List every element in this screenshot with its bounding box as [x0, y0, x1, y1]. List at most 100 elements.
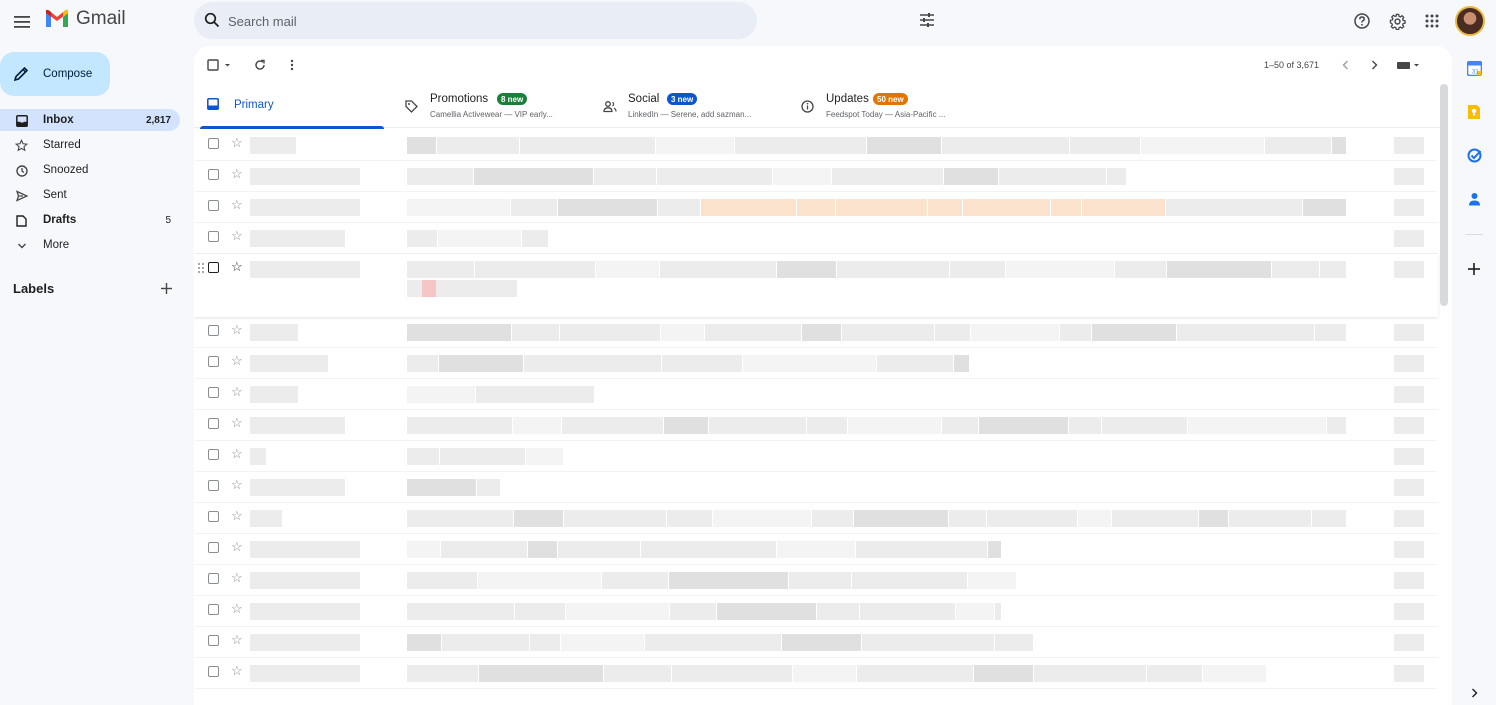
select-all-checkbox[interactable] [206, 56, 234, 74]
star-toggle-icon[interactable]: ☆ [231, 229, 243, 242]
contacts-app-button[interactable] [1466, 191, 1482, 207]
email-row[interactable]: ☆ [194, 503, 1438, 534]
star-toggle-icon[interactable]: ☆ [231, 323, 243, 336]
row-checkbox[interactable] [208, 604, 219, 615]
tab-primary[interactable]: Primary [194, 84, 384, 129]
newer-button[interactable] [1338, 56, 1352, 74]
row-checkbox[interactable] [208, 231, 219, 242]
star-toggle-icon[interactable]: ☆ [231, 385, 243, 398]
email-row[interactable]: ☆ [194, 348, 1438, 379]
plus-icon [160, 282, 172, 294]
email-row[interactable]: ☆ [194, 534, 1438, 565]
hide-side-panel-button[interactable] [1466, 685, 1482, 701]
star-toggle-icon[interactable]: ☆ [231, 198, 243, 211]
search-options-icon[interactable] [919, 12, 935, 28]
email-row[interactable]: ☆ [194, 410, 1438, 441]
row-checkbox[interactable] [208, 325, 219, 336]
older-button[interactable] [1367, 56, 1381, 74]
email-row[interactable]: ☆ [194, 565, 1438, 596]
star-toggle-icon[interactable]: ☆ [231, 354, 243, 367]
sender-redacted [250, 168, 360, 185]
email-row[interactable]: ☆ [194, 472, 1438, 503]
apps-button[interactable] [1423, 6, 1441, 36]
keep-app-button[interactable] [1466, 104, 1482, 120]
subject-redacted [407, 199, 510, 216]
subject-redacted [836, 199, 927, 216]
tab-updates[interactable]: Updates 50 new Feedspot Today — Asia-Pac… [788, 84, 986, 128]
more-options-button[interactable] [284, 56, 300, 74]
support-button[interactable] [1353, 6, 1371, 36]
row-checkbox[interactable] [208, 418, 219, 429]
calendar-app-button[interactable]: 31 [1466, 60, 1482, 76]
star-toggle-icon[interactable]: ☆ [231, 416, 243, 429]
sidebar-item-starred[interactable]: Starred [0, 134, 180, 156]
subject-redacted [407, 324, 511, 341]
email-row[interactable]: ☆ [194, 627, 1438, 658]
sidebar-item-sent[interactable]: Sent [0, 184, 180, 206]
get-addons-button[interactable] [1466, 261, 1482, 277]
row-checkbox[interactable] [208, 666, 219, 677]
account-avatar[interactable] [1455, 6, 1485, 36]
input-tools-button[interactable] [1395, 56, 1423, 74]
email-row[interactable]: ☆ [194, 254, 1438, 317]
row-checkbox[interactable] [208, 356, 219, 367]
star-toggle-icon[interactable]: ☆ [231, 136, 243, 149]
star-toggle-icon[interactable]: ☆ [231, 540, 243, 553]
star-toggle-icon[interactable]: ☆ [231, 664, 243, 677]
drag-handle-icon[interactable] [198, 263, 204, 273]
search-icon[interactable] [204, 12, 220, 28]
row-checkbox[interactable] [208, 449, 219, 460]
star-toggle-icon[interactable]: ☆ [231, 260, 243, 273]
settings-button[interactable] [1388, 6, 1406, 36]
tab-social[interactable]: Social 3 new LinkedIn — Serene, add sazm… [590, 84, 788, 128]
subject-redacted [560, 324, 660, 341]
row-checkbox[interactable] [208, 169, 219, 180]
subject-redacted [437, 137, 519, 154]
row-checkbox[interactable] [208, 200, 219, 211]
main-menu-button[interactable] [10, 10, 34, 34]
compose-button[interactable]: Compose [0, 52, 110, 96]
sidebar-item-drafts[interactable]: Drafts 5 [0, 209, 180, 231]
row-checkbox[interactable] [208, 262, 219, 273]
email-row[interactable]: ☆ [194, 223, 1438, 254]
sidebar-item-inbox[interactable]: Inbox 2,817 [0, 109, 180, 131]
refresh-button[interactable] [251, 56, 269, 74]
scrollbar[interactable] [1440, 84, 1448, 704]
sidebar-item-snoozed[interactable]: Snoozed [0, 159, 180, 181]
star-toggle-icon[interactable]: ☆ [231, 447, 243, 460]
tasks-app-button[interactable] [1466, 147, 1482, 163]
gmail-logo[interactable]: Gmail [44, 8, 126, 30]
row-checkbox[interactable] [208, 480, 219, 491]
chevron-left-icon [1342, 60, 1348, 70]
email-row[interactable]: ☆ [194, 658, 1438, 689]
pagination-text[interactable]: 1–50 of 3,671 [1264, 60, 1319, 70]
subject-redacted [963, 199, 1050, 216]
star-toggle-icon[interactable]: ☆ [231, 602, 243, 615]
email-row[interactable]: ☆ [194, 596, 1438, 627]
row-checkbox[interactable] [208, 138, 219, 149]
email-row[interactable]: ☆ [194, 379, 1438, 410]
email-row[interactable]: ☆ [194, 161, 1438, 192]
row-checkbox[interactable] [208, 542, 219, 553]
email-row[interactable]: ☆ [194, 130, 1438, 161]
search-input[interactable] [228, 10, 708, 32]
tab-promotions[interactable]: Promotions 8 new Camellia Activewear — V… [392, 84, 590, 128]
star-toggle-icon[interactable]: ☆ [231, 633, 243, 646]
email-row[interactable]: ☆ [194, 192, 1438, 223]
sidebar-item-more[interactable]: More [0, 234, 180, 256]
email-row[interactable]: ☆ [194, 317, 1438, 348]
star-toggle-icon[interactable]: ☆ [231, 478, 243, 491]
date-redacted [1394, 479, 1424, 496]
create-label-button[interactable] [158, 280, 174, 296]
email-row[interactable]: ☆ [194, 441, 1438, 472]
row-checkbox[interactable] [208, 387, 219, 398]
row-checkbox[interactable] [208, 635, 219, 646]
subject-redacted [407, 417, 512, 434]
star-toggle-icon[interactable]: ☆ [231, 509, 243, 522]
scrollbar-thumb[interactable] [1440, 84, 1448, 306]
star-toggle-icon[interactable]: ☆ [231, 167, 243, 180]
subject-redacted [407, 634, 441, 651]
row-checkbox[interactable] [208, 573, 219, 584]
star-toggle-icon[interactable]: ☆ [231, 571, 243, 584]
row-checkbox[interactable] [208, 511, 219, 522]
